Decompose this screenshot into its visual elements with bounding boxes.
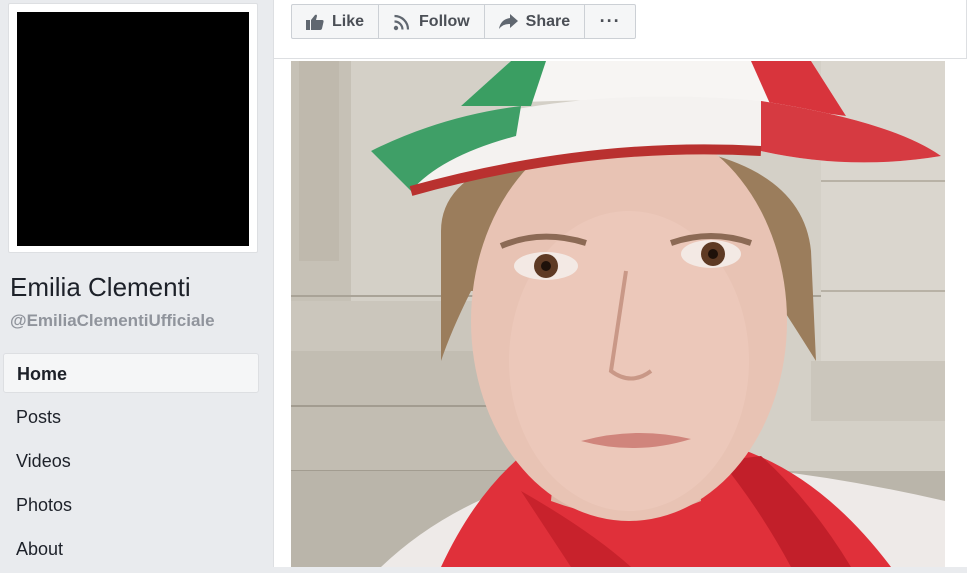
share-label: Share bbox=[525, 12, 571, 30]
nav-item-posts[interactable]: Posts bbox=[3, 397, 259, 437]
follow-label: Follow bbox=[419, 12, 470, 30]
share-arrow-icon bbox=[498, 13, 518, 29]
share-button[interactable]: Share bbox=[485, 5, 586, 38]
post-photo[interactable] bbox=[291, 61, 945, 567]
page-actions-card: Like Follow Share ··· bbox=[273, 0, 967, 59]
nav-item-videos[interactable]: Videos bbox=[3, 441, 259, 481]
profile-picture-frame[interactable] bbox=[8, 3, 258, 253]
post-card bbox=[273, 59, 967, 567]
rss-icon bbox=[393, 14, 410, 30]
left-sidebar: Emilia Clementi @EmiliaClementiUfficiale… bbox=[0, 0, 273, 567]
nav-item-home[interactable]: Home bbox=[3, 353, 259, 393]
nav-item-about[interactable]: About bbox=[3, 529, 259, 569]
page-nav: Home Posts Videos Photos About bbox=[3, 353, 259, 573]
like-label: Like bbox=[332, 12, 365, 30]
nav-item-photos[interactable]: Photos bbox=[3, 485, 259, 525]
selfie-photo bbox=[291, 61, 945, 567]
page-handle[interactable]: @EmiliaClementiUfficiale bbox=[10, 311, 215, 331]
like-button[interactable]: Like bbox=[292, 5, 380, 38]
profile-picture[interactable] bbox=[17, 12, 249, 246]
more-options-button[interactable]: ··· bbox=[585, 5, 635, 38]
follow-button[interactable]: Follow bbox=[379, 5, 485, 38]
thumbs-up-icon bbox=[306, 14, 324, 30]
action-bar: Like Follow Share ··· bbox=[291, 4, 637, 39]
page-title[interactable]: Emilia Clementi bbox=[10, 272, 191, 303]
ellipsis-icon: ··· bbox=[599, 11, 621, 31]
